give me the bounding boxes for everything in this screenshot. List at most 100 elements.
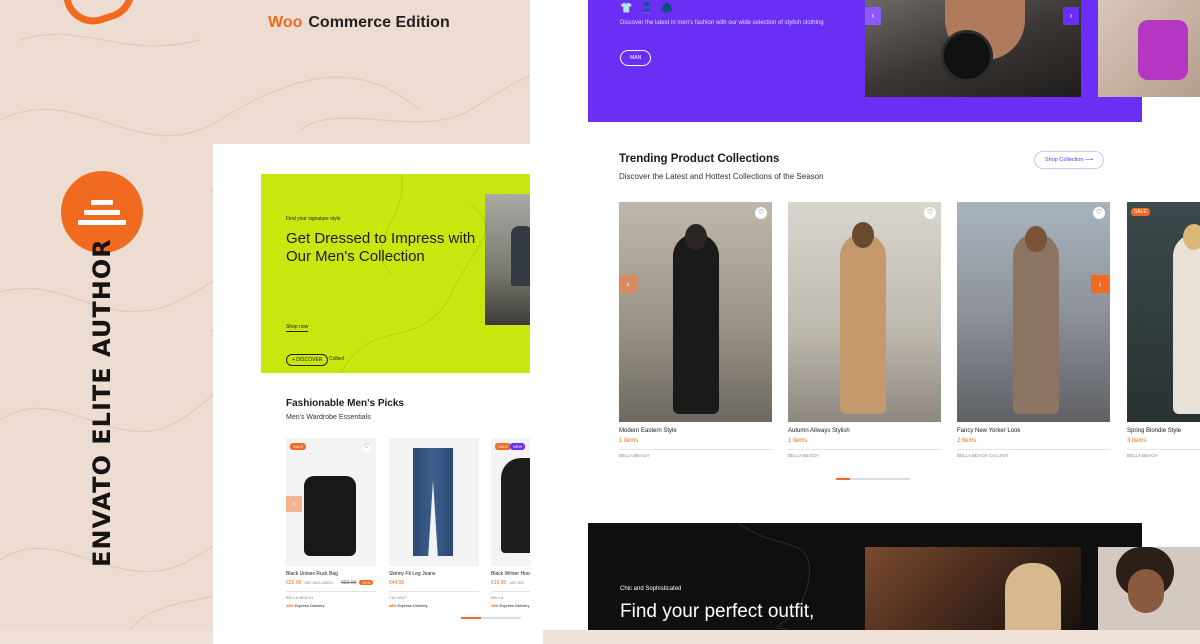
collection-brand: BELLA BEACH [619,453,650,458]
jeans-image [413,448,453,556]
tshirt-icon[interactable]: 👕 [620,3,632,14]
shop-collection-button[interactable]: Shop Collection ⟶ [1034,151,1104,169]
chevron-left-icon[interactable]: ‹ [619,275,637,293]
model-head [1025,226,1047,252]
collection-name[interactable]: Fancy New Yorker Look [957,428,1110,434]
category-icons: 👕 👖 🧥 [620,3,673,14]
arrow-right-icon: ⟶ [1085,157,1093,163]
collection-image[interactable]: ♡ [957,202,1110,422]
model-head [685,224,707,250]
collection-image[interactable]: ♡ [619,202,772,422]
model-figure [840,234,886,414]
vat-label: VAT INCLUDED [304,580,333,585]
collection-brand: BELLA BEACH [788,453,819,458]
sale-badge: SALE [290,443,307,450]
delivery-text: Express Delivery [499,603,530,608]
purple-hero: 👕 👖 🧥 Discover the latest in men's fashi… [588,0,1142,122]
picks-title: Fashionable Men's Picks [286,398,404,409]
heart-icon[interactable]: ♡ [362,443,371,452]
chevron-left-icon[interactable]: ‹ [286,496,302,512]
delivery-label: 48H Express Delivery [286,603,376,608]
product-brand: BELLA BEACH [286,595,314,600]
discover-button[interactable]: + DISCOVER [286,354,329,366]
collection-name[interactable]: Modern Eastern Style [619,428,772,434]
delivery-text: Express Delivery [397,603,428,608]
hero-eyebrow: Find your signature style [286,216,341,222]
fitness-photo [1098,0,1200,97]
collection-image[interactable]: ♡ [788,202,941,422]
price: €19.00 [491,580,507,586]
sale-badge: SALE [495,443,512,450]
delivery-label: 48H Express Delivery [389,603,479,608]
portrait-photo [1098,547,1200,630]
collection-card[interactable]: SALE Spring Blondie Style 3 items BELLA … [1127,202,1200,458]
collection-name[interactable]: Autumn Allways Stylish [788,428,941,434]
model-figure [1173,234,1200,414]
dark-banner: Chic and Sophisticated Find your perfect… [588,523,1142,630]
heart-icon[interactable]: ♡ [924,207,936,219]
discount-badge: -31% [359,580,373,585]
model-head [852,222,874,248]
model-figure [673,234,719,414]
model-head [1183,224,1200,250]
gym-photo [865,0,1081,97]
collection-count: 3 items [1127,438,1147,444]
collection-count: 1 items [619,438,639,444]
delivery-tag: 48H [389,603,397,608]
product-price: €22.00 VAT INCLUDED €32.00 -31% [286,580,376,586]
chevron-right-icon[interactable]: › [1063,7,1079,25]
collection-card[interactable]: ♡ Autumn Allways Stylish 1 items BELLA B… [788,202,941,458]
collection-count: 1 items [788,438,808,444]
chevron-right-icon[interactable]: › [1091,275,1109,293]
product-image[interactable] [389,438,479,566]
edition-text: Commerce Edition [308,14,450,31]
product-price: €44.95 [389,580,405,586]
trending-subtitle: Discover the Latest and Hottest Collecti… [619,172,824,181]
old-price: €32.00 [340,580,357,586]
mockup-collections-page: 👕 👖 🧥 Discover the latest in men's fashi… [530,0,1200,630]
collection-brand: BELLA BEACH CALLINIT [957,453,1009,458]
author-label: ENVATO ELITE AUTHOR [88,238,116,567]
man-button[interactable]: MAN [620,50,652,66]
woo-label: Woo [268,14,303,31]
collection-image[interactable]: SALE [1127,202,1200,422]
new-badge: NEW [510,443,526,450]
product-card[interactable]: SALE ♡ Black Unisex Ruck Bag €22.00 VAT I… [286,438,376,608]
hero-title: Get Dressed to Impress with Our Men's Co… [286,230,476,265]
hero-subtitle: Discover the latest in men's fashion wit… [620,20,824,26]
delivery-text: Express Delivery [294,603,325,608]
hero-banner: Find your signature style Get Dressed to… [261,174,543,373]
heart-icon[interactable]: ♡ [1093,207,1105,219]
mockup-mens-page: Find your signature style Get Dressed to… [213,144,581,644]
pants-icon[interactable]: 👖 [640,3,652,14]
delivery-tag: 48H [491,603,499,608]
edition-label: Woo Commerce Edition [268,14,450,32]
collection-name[interactable]: Spring Blondie Style [1127,428,1200,434]
dark-eyebrow: Chic and Sophisticated [620,586,682,592]
heart-icon[interactable]: ♡ [755,207,767,219]
collection-brand: BELLA BEACH [1127,453,1158,458]
product-name[interactable]: Black Unisex Ruck Bag [286,571,376,577]
collection-count: 2 items [957,438,977,444]
vat-label: VAT INC [509,580,525,585]
collection-card[interactable]: ♡ Modern Eastern Style 1 items BELLA BEA… [619,202,772,458]
carousel-progress [461,617,521,619]
jacket-icon[interactable]: 🧥 [661,3,673,14]
collect-link[interactable]: Collect [329,356,344,362]
sale-badge: SALE [1131,208,1150,216]
product-name[interactable]: Skinny Fit Leg Jeans [389,571,479,577]
price: €22.00 [286,580,302,586]
collection-card[interactable]: ♡ Fancy New Yorker Look 2 items BELLA BE… [957,202,1110,458]
delivery-tag: 48H [286,603,294,608]
picks-subtitle: Men's Wardrobe Essentials [286,414,371,421]
interior-photo [865,547,1081,630]
model-figure [1013,234,1059,414]
carousel-progress [836,478,910,480]
chevron-left-icon[interactable]: ‹ [865,7,881,25]
backpack-image [304,476,356,556]
product-card[interactable]: Skinny Fit Leg Jeans €44.95 CALLINIT 48H… [389,438,479,608]
shop-now-link[interactable]: Shop now [286,324,309,332]
shop-collection-label: Shop Collection [1045,157,1084,163]
dark-title: Find your perfect outfit, [620,601,815,622]
trending-title: Trending Product Collections [619,153,780,165]
